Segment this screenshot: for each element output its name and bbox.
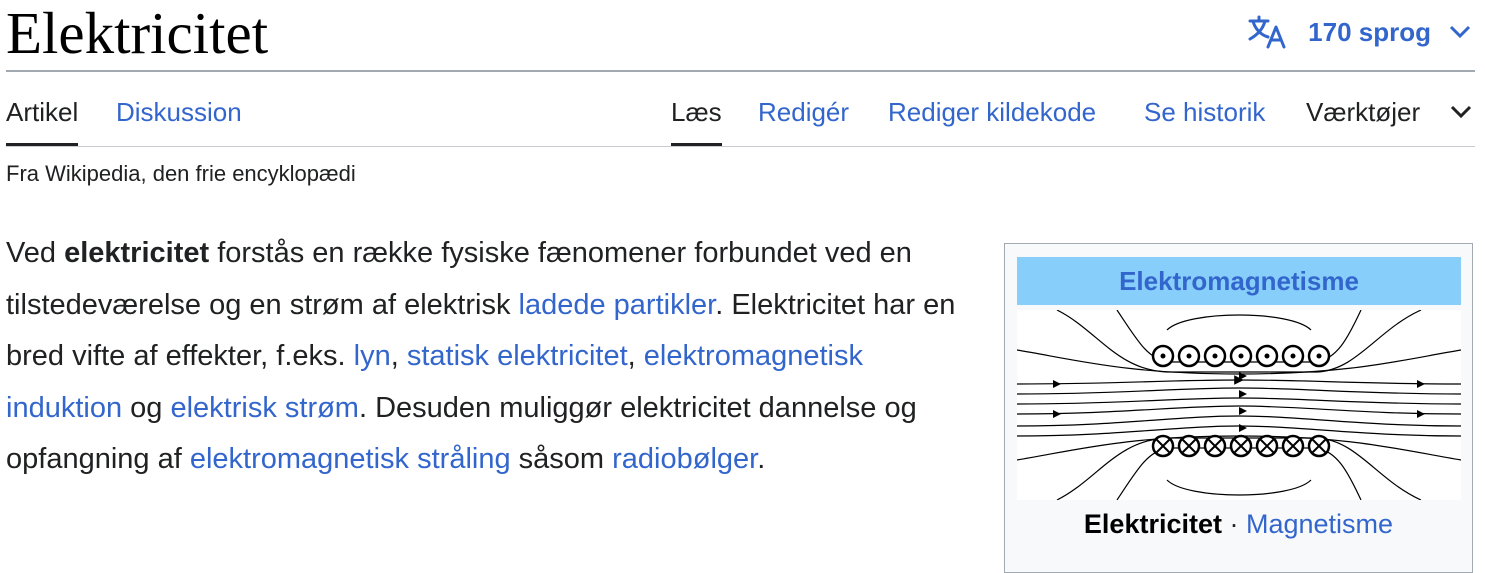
link-elektromagnetisk-straaling[interactable]: elektromagnetisk stråling bbox=[190, 443, 511, 475]
chevron-down-icon bbox=[1449, 25, 1471, 39]
site-tagline: Fra Wikipedia, den frie encyklopædi bbox=[6, 161, 356, 186]
link-elektrisk-strom[interactable]: elektrisk strøm bbox=[170, 392, 359, 424]
tab-edit[interactable]: Redigér bbox=[758, 94, 849, 130]
language-button[interactable]: 170 sprog bbox=[1248, 12, 1471, 52]
intro-paragraph: Ved elektricitet forstås en række fysisk… bbox=[6, 237, 956, 475]
infobox-heading[interactable]: Elektromagnetisme bbox=[1017, 257, 1461, 305]
tab-discussion[interactable]: Diskussion bbox=[116, 94, 242, 130]
solenoid-field-image[interactable] bbox=[1016, 309, 1462, 501]
tab-history[interactable]: Se historik bbox=[1144, 94, 1265, 130]
link-ladede-partikler[interactable]: ladede partikler bbox=[519, 289, 716, 321]
tab-article[interactable]: Artikel bbox=[6, 94, 79, 146]
tab-tools[interactable]: Værktøjer bbox=[1306, 94, 1420, 130]
tab-read[interactable]: Læs bbox=[671, 94, 722, 146]
link-statisk-elektricitet[interactable]: statisk elektricitet bbox=[407, 340, 628, 372]
page-title: Elektricitet bbox=[6, 0, 269, 66]
link-magnetisme[interactable]: Magnetisme bbox=[1246, 509, 1393, 539]
infobox: Elektromagnetisme Elektricitet · Magneti… bbox=[1004, 243, 1473, 573]
translate-icon bbox=[1248, 15, 1290, 49]
page-tabs: Artikel Diskussion Læs Redigér Rediger k… bbox=[6, 80, 1475, 147]
infobox-footer-current: Elektricitet bbox=[1083, 509, 1222, 539]
chevron-down-icon[interactable] bbox=[1450, 105, 1472, 124]
languages-label: 170 sprog bbox=[1308, 16, 1431, 47]
title-divider bbox=[6, 70, 1475, 72]
link-lyn[interactable]: lyn bbox=[354, 340, 391, 372]
infobox-footer: Elektricitet · Magnetisme bbox=[1083, 509, 1394, 539]
bold-term: elektricitet bbox=[64, 237, 210, 269]
link-radiobolger[interactable]: radiobølger bbox=[612, 443, 757, 475]
tab-edit-source[interactable]: Rediger kildekode bbox=[888, 94, 1096, 130]
